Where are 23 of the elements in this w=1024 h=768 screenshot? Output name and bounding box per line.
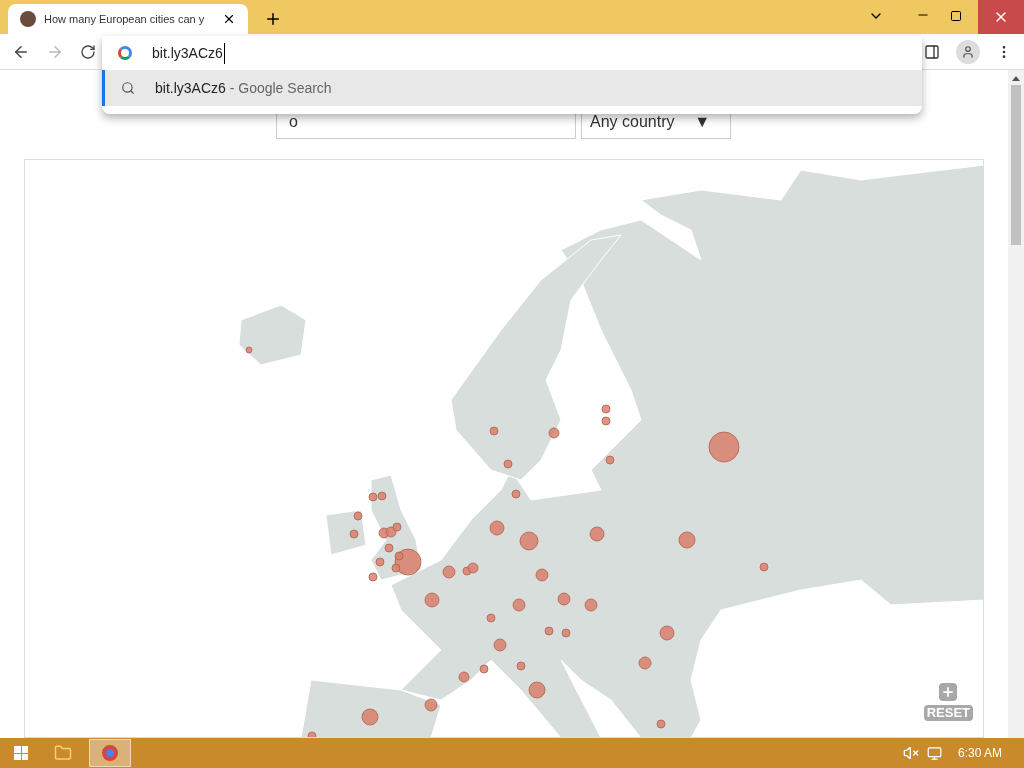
browser-taskbar-button[interactable] (89, 739, 131, 767)
zoom-in-button[interactable] (939, 683, 958, 701)
person-icon (961, 44, 975, 59)
search-suggestion[interactable]: bit.ly3ACz6 - Google Search (102, 70, 922, 106)
side-panel-icon[interactable] (924, 43, 940, 60)
profile-avatar[interactable] (956, 39, 980, 64)
plus-icon (941, 685, 956, 699)
search-icon (121, 81, 135, 95)
windows-start-icon[interactable] (14, 746, 28, 760)
tab-title: How many European cities can y (44, 11, 206, 27)
browser-tab[interactable]: How many European cities can y (8, 4, 248, 34)
new-tab-icon[interactable] (264, 10, 282, 28)
restore-icon[interactable] (950, 10, 962, 22)
close-window-button[interactable] (978, 0, 1024, 34)
suggestion-text: bit.ly3ACz6 - Google Search (155, 78, 332, 98)
reload-icon[interactable] (80, 43, 96, 60)
scroll-up-arrow-icon[interactable] (1012, 76, 1020, 81)
address-field[interactable]: bit.ly3ACz6 (102, 36, 922, 70)
scrollbar-thumb[interactable] (1011, 85, 1021, 245)
close-icon[interactable] (222, 12, 236, 26)
browser-logo-icon (102, 745, 118, 761)
site-avatar-icon (20, 11, 36, 27)
muted-speaker-icon[interactable] (902, 745, 919, 761)
